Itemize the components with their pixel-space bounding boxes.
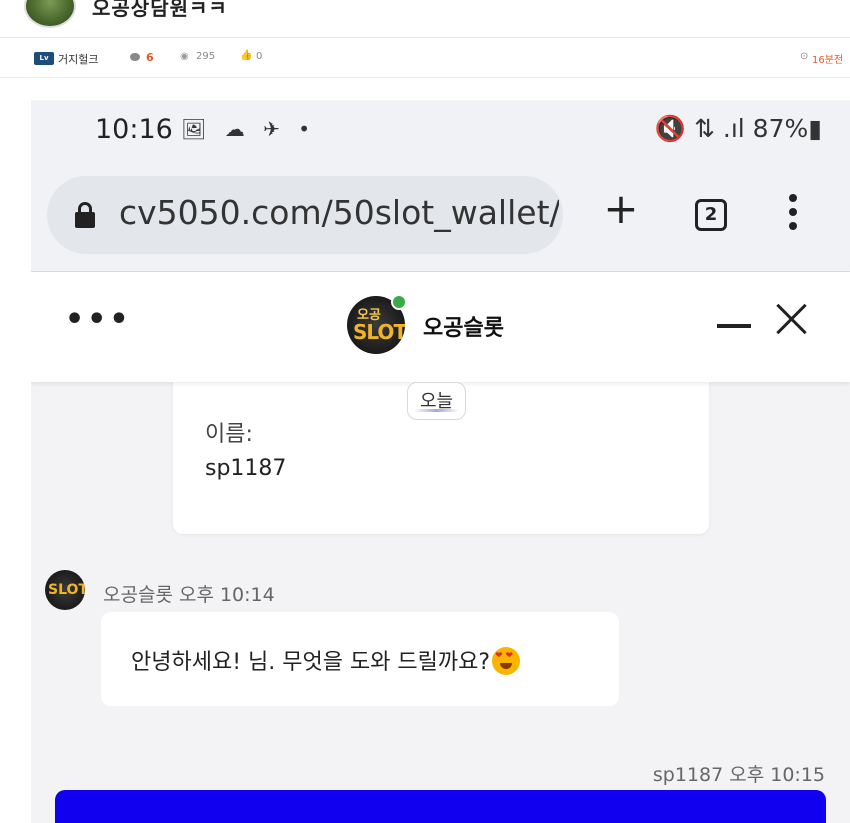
phone-screenshot: 10:16 🖼 ☁ ✈ • 🔇 ⇅ .ıl 87%▮ cv5050.com/50…	[31, 100, 850, 823]
info-label: 이름:	[205, 422, 253, 447]
bot-message-line: 안녕하세요! 님. 무엇을 도와 드릴까요?	[131, 644, 521, 676]
browser-toolbar: cv5050.com/50slot_wallet/i + 2	[31, 166, 850, 272]
bot-sender-time: 오공슬롯 오후 10:14	[103, 584, 275, 606]
post-title: 오공상담원ㅋㅋ	[92, 0, 228, 20]
browser-menu-icon[interactable]	[787, 194, 799, 234]
bot-avatar-logo-text: SLOT	[48, 582, 85, 598]
logo-text-bottom: SLOT	[353, 320, 405, 344]
post-meta: Lv 거지헐크 6 ◉ 295 👍 0 ⊙ 16분전	[0, 38, 850, 78]
bot-avatar: SLOT	[45, 570, 85, 610]
close-icon[interactable]	[775, 302, 809, 336]
tab-switcher-button[interactable]: 2	[695, 199, 727, 231]
new-tab-button[interactable]: +	[603, 188, 639, 230]
user-sender-time: sp1187 오후 10:15	[652, 764, 825, 786]
heart-eyes-emoji-icon	[492, 647, 521, 675]
author-name[interactable]: 거지헐크	[58, 51, 98, 67]
online-status-icon	[391, 294, 407, 310]
address-bar[interactable]: cv5050.com/50slot_wallet/i	[47, 176, 563, 254]
chat-header: ••• 오공 SLOT 오공슬롯	[31, 272, 850, 382]
view-count: 295	[196, 51, 216, 62]
chat-more-icon[interactable]: •••	[65, 305, 132, 335]
system-status-icons: 🔇 ⇅ .ıl 87%▮	[654, 114, 822, 143]
comment-icon	[130, 53, 140, 61]
notification-icons: 🖼 ☁ ✈ •	[181, 117, 317, 141]
level-badge-icon: Lv	[34, 52, 54, 65]
lock-icon[interactable]	[75, 202, 95, 228]
user-message-bubble	[55, 790, 826, 823]
post-header: 오공상담원ㅋㅋ	[0, 0, 850, 38]
author-avatar[interactable]	[24, 0, 76, 28]
post-time: 16분전	[812, 55, 844, 66]
comment-count[interactable]: 6	[146, 51, 154, 64]
eye-icon: ◉	[180, 51, 189, 62]
chat-title: 오공슬롯	[423, 316, 504, 341]
clock-icon: ⊙	[800, 51, 809, 62]
status-bar: 10:16 🖼 ☁ ✈ • 🔇 ⇅ .ıl 87%▮	[31, 100, 850, 166]
thumbs-up-icon: 👍	[240, 50, 253, 61]
date-divider-wing	[414, 409, 460, 412]
date-divider: 오늘	[407, 382, 467, 420]
info-value: sp1187	[205, 456, 287, 481]
chat-messages[interactable]: 이름: sp1187 오늘 SLOT 오공슬롯 오후 10:14 안녕하세요! …	[31, 372, 850, 823]
minimize-icon[interactable]	[717, 324, 751, 328]
status-time: 10:16	[95, 114, 173, 145]
bot-message-text: 안녕하세요! 님. 무엇을 도와 드릴까요?	[131, 650, 491, 675]
bot-message-bubble: 안녕하세요! 님. 무엇을 도와 드릴까요?	[101, 612, 619, 706]
url-text[interactable]: cv5050.com/50slot_wallet/i	[119, 193, 559, 232]
like-count: 0	[256, 51, 263, 62]
